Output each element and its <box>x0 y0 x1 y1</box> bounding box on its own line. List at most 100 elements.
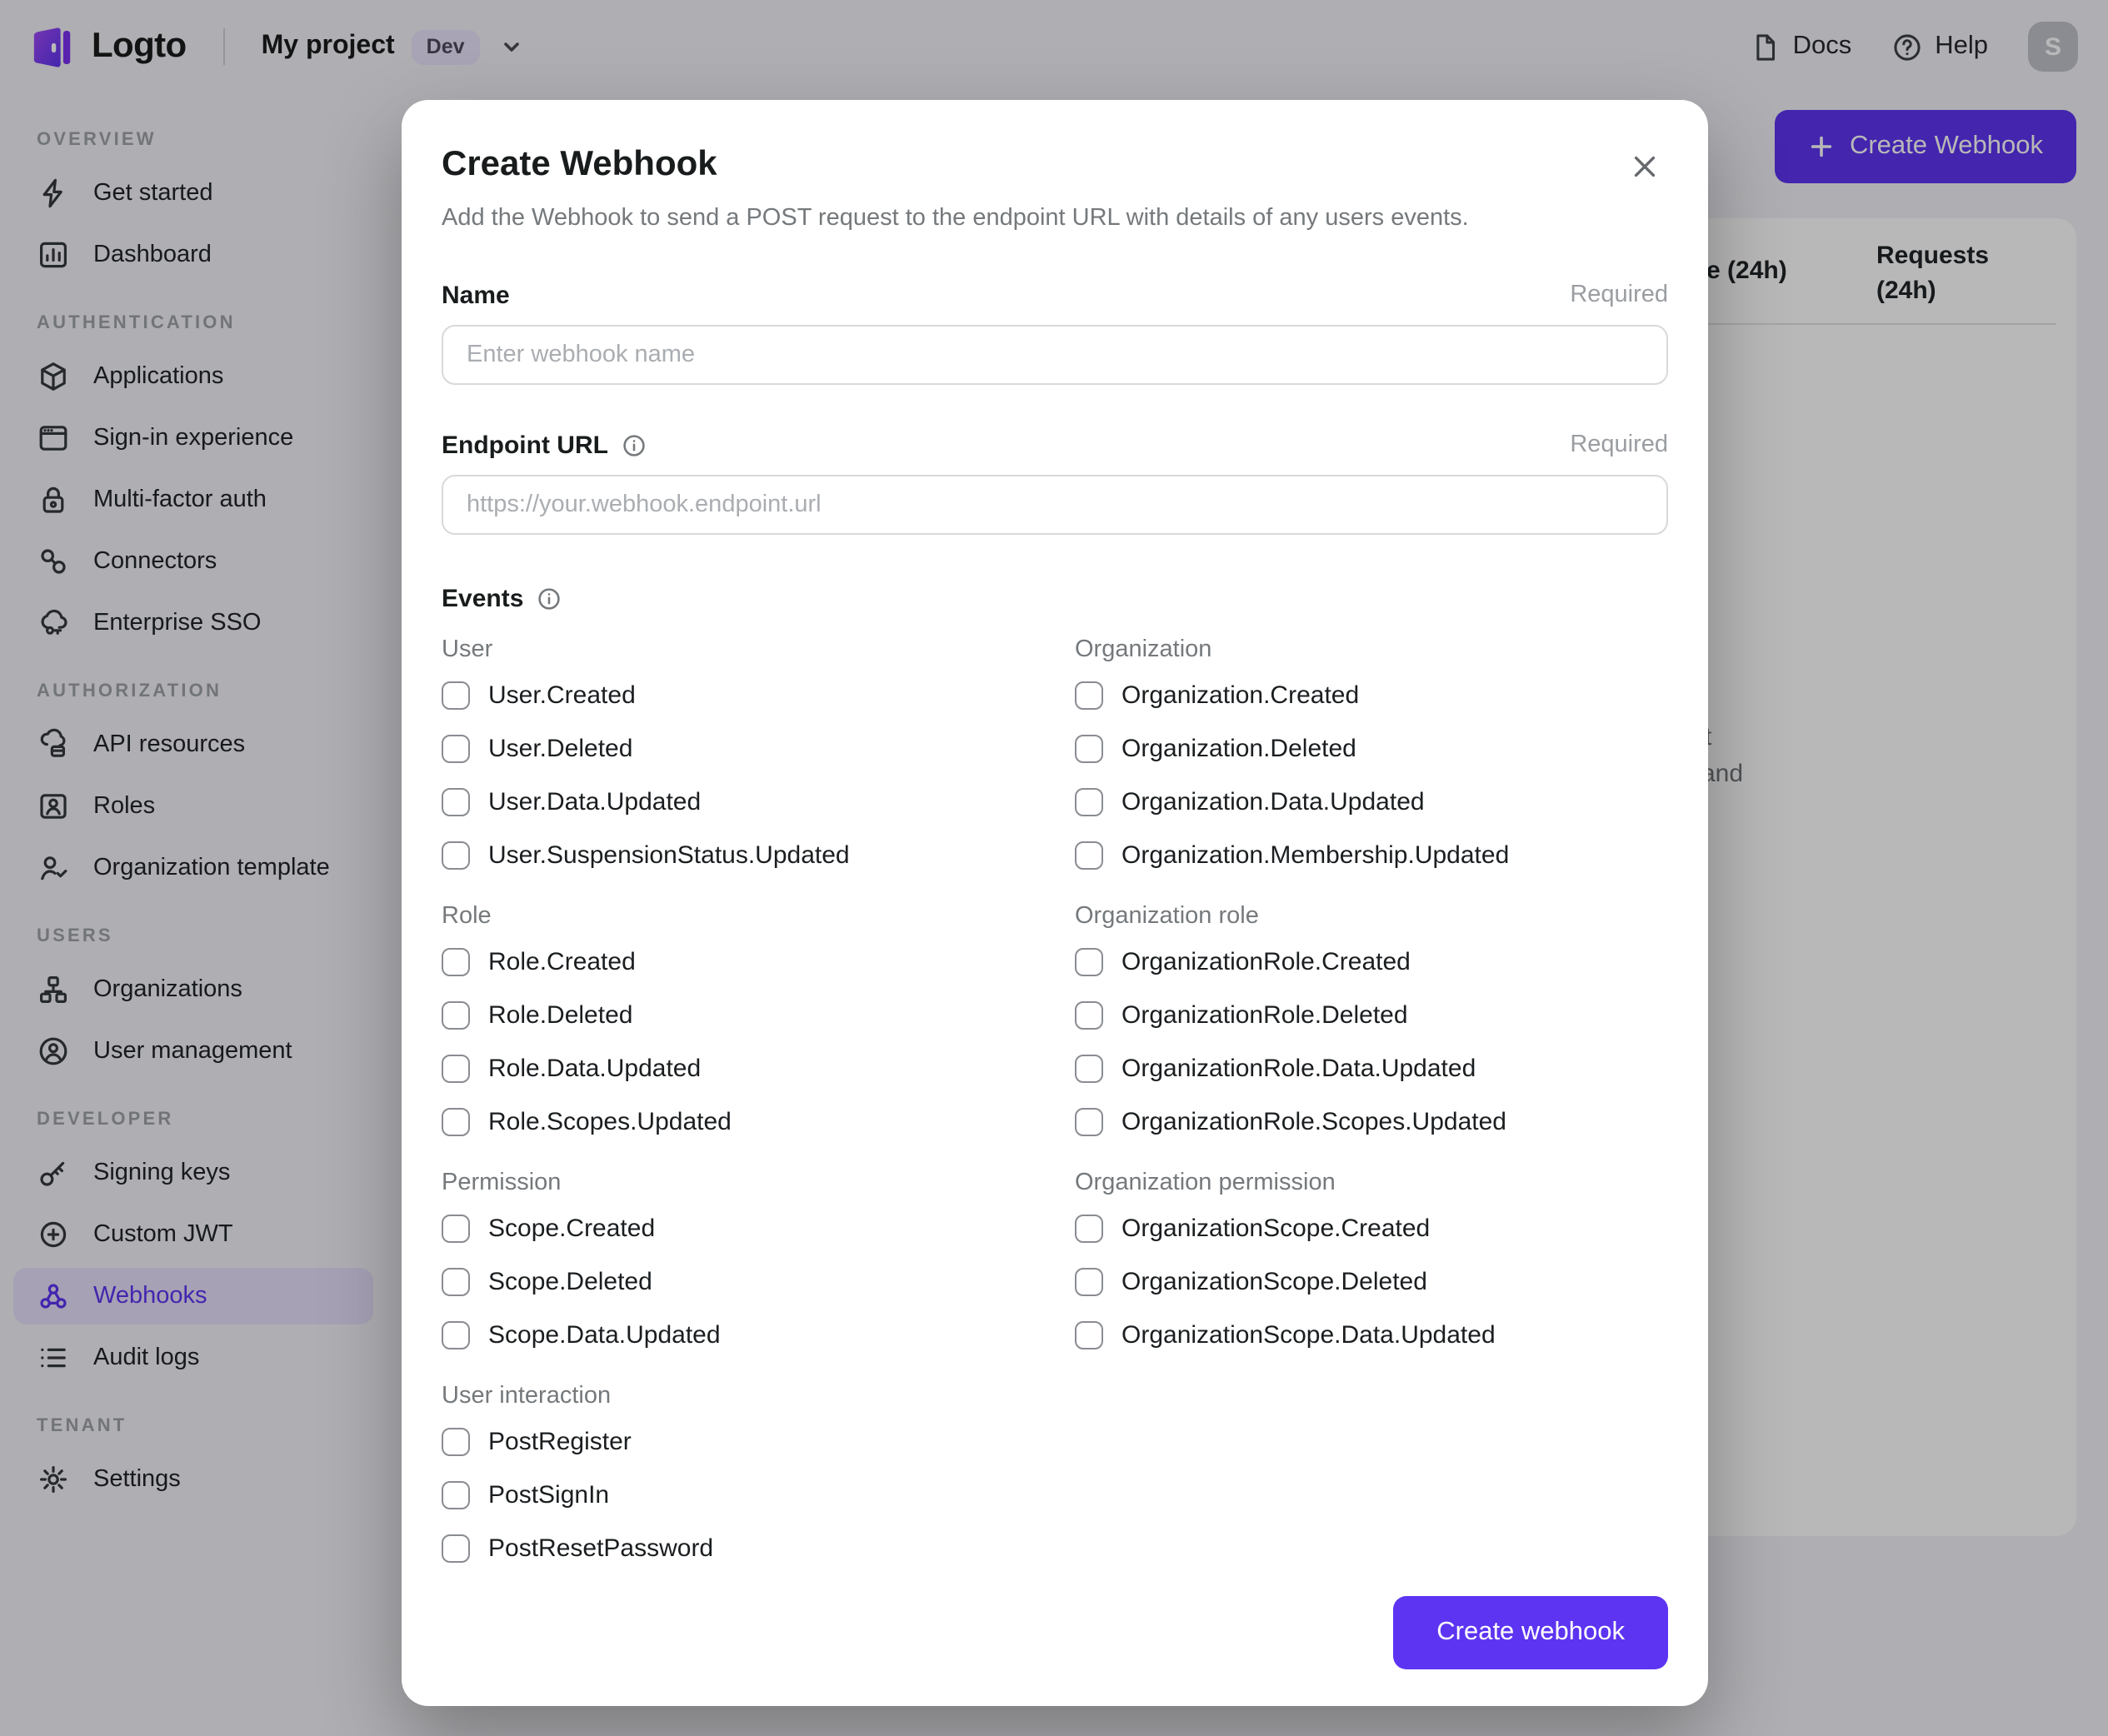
event-group-permission: Permission Scope.Created Scope.Deleted S… <box>442 1165 1035 1361</box>
event-option[interactable]: OrganizationScope.Created <box>1075 1201 1668 1255</box>
event-option[interactable]: Organization.Deleted <box>1075 721 1668 775</box>
event-group-label: Role <box>442 903 492 930</box>
name-field-label: Name <box>442 281 510 309</box>
event-group-user: User User.Created User.Deleted User.Data… <box>442 631 1035 881</box>
checkbox[interactable] <box>1075 1000 1103 1029</box>
required-badge: Required <box>1570 432 1668 458</box>
required-badge: Required <box>1570 282 1668 308</box>
event-option[interactable]: Role.Data.Updated <box>442 1041 1035 1095</box>
checkbox[interactable] <box>1075 1320 1103 1349</box>
app-viewport: Logto My project Dev Docs Help S OVERVIE… <box>0 0 2108 1736</box>
event-option[interactable]: Scope.Created <box>442 1201 1035 1255</box>
event-option[interactable]: User.Created <box>442 668 1035 721</box>
checkbox[interactable] <box>442 734 470 762</box>
checkbox[interactable] <box>442 1534 470 1562</box>
event-option[interactable]: Organization.Data.Updated <box>1075 775 1668 828</box>
event-option[interactable]: Role.Created <box>442 935 1035 988</box>
event-group-label: Organization permission <box>1075 1170 1336 1196</box>
event-option-label: PostResetPassword <box>488 1534 714 1562</box>
checkbox[interactable] <box>1075 1267 1103 1295</box>
event-group-user-interaction: User interaction PostRegister PostSignIn… <box>442 1378 1035 1574</box>
event-option-label: OrganizationRole.Deleted <box>1121 1000 1408 1029</box>
checkbox[interactable] <box>1075 1107 1103 1135</box>
event-option-label: OrganizationScope.Created <box>1121 1214 1431 1242</box>
create-webhook-submit-label: Create webhook <box>1436 1618 1625 1646</box>
checkbox[interactable] <box>1075 681 1103 709</box>
event-option-label: Organization.Membership.Updated <box>1121 841 1510 869</box>
event-option-label: Role.Data.Updated <box>488 1054 702 1082</box>
endpoint-field-block: Endpoint URL Required <box>442 428 1668 535</box>
event-option-label: Role.Deleted <box>488 1000 633 1029</box>
event-option[interactable]: Role.Scopes.Updated <box>442 1095 1035 1148</box>
event-option[interactable]: OrganizationScope.Data.Updated <box>1075 1308 1668 1361</box>
checkbox[interactable] <box>442 1214 470 1242</box>
close-icon[interactable] <box>1628 150 1661 183</box>
event-option-label: OrganizationScope.Data.Updated <box>1121 1320 1496 1349</box>
event-option[interactable]: Organization.Created <box>1075 668 1668 721</box>
event-option[interactable]: User.Data.Updated <box>442 775 1035 828</box>
checkbox[interactable] <box>442 681 470 709</box>
event-group-label: Permission <box>442 1170 562 1196</box>
checkbox[interactable] <box>442 947 470 975</box>
event-option-label: Organization.Created <box>1121 681 1360 709</box>
checkbox[interactable] <box>442 1480 470 1509</box>
event-option[interactable]: PostSignIn <box>442 1468 1035 1521</box>
event-option-label: Organization.Deleted <box>1121 734 1356 762</box>
event-option[interactable]: PostRegister <box>442 1414 1035 1468</box>
endpoint-url-label: Endpoint URL <box>442 431 608 459</box>
event-option[interactable]: Role.Deleted <box>442 988 1035 1041</box>
checkbox[interactable] <box>1075 1054 1103 1082</box>
event-option-label: PostSignIn <box>488 1480 610 1509</box>
modal-title: Create Webhook <box>442 145 717 183</box>
webhook-name-input[interactable] <box>442 325 1668 385</box>
event-option[interactable]: PostResetPassword <box>442 1521 1035 1574</box>
checkbox[interactable] <box>1075 947 1103 975</box>
checkbox[interactable] <box>442 841 470 869</box>
checkbox[interactable] <box>442 1320 470 1349</box>
event-option-label: Scope.Created <box>488 1214 656 1242</box>
create-webhook-modal: Create Webhook Add the Webhook to send a… <box>402 100 1708 1706</box>
event-option[interactable]: OrganizationRole.Scopes.Updated <box>1075 1095 1668 1148</box>
event-option[interactable]: OrganizationScope.Deleted <box>1075 1255 1668 1308</box>
event-option[interactable]: OrganizationRole.Deleted <box>1075 988 1668 1041</box>
event-option[interactable]: User.Deleted <box>442 721 1035 775</box>
checkbox[interactable] <box>442 1107 470 1135</box>
event-group-label: User <box>442 636 493 663</box>
event-option-label: OrganizationRole.Data.Updated <box>1121 1054 1476 1082</box>
event-option-label: OrganizationRole.Created <box>1121 947 1411 975</box>
event-option-label: Role.Scopes.Updated <box>488 1107 732 1135</box>
event-option-label: Organization.Data.Updated <box>1121 787 1425 816</box>
event-option-label: User.Data.Updated <box>488 787 702 816</box>
event-group-organization-role: Organization role OrganizationRole.Creat… <box>1075 898 1668 1148</box>
event-option[interactable]: Organization.Membership.Updated <box>1075 828 1668 881</box>
event-group-organization: Organization Organization.Created Organi… <box>1075 631 1668 881</box>
checkbox[interactable] <box>442 1267 470 1295</box>
checkbox[interactable] <box>442 787 470 816</box>
checkbox[interactable] <box>1075 734 1103 762</box>
endpoint-url-input[interactable] <box>442 475 1668 535</box>
checkbox[interactable] <box>1075 787 1103 816</box>
event-option[interactable]: OrganizationRole.Created <box>1075 935 1668 988</box>
event-option[interactable]: User.SuspensionStatus.Updated <box>442 828 1035 881</box>
create-webhook-submit-button[interactable]: Create webhook <box>1393 1596 1668 1669</box>
event-option-label: OrganizationRole.Scopes.Updated <box>1121 1107 1506 1135</box>
checkbox[interactable] <box>442 1427 470 1455</box>
checkbox[interactable] <box>442 1054 470 1082</box>
event-group-organization-permission: Organization permission OrganizationScop… <box>1075 1165 1668 1361</box>
event-option-label: Scope.Data.Updated <box>488 1320 721 1349</box>
info-icon[interactable] <box>537 586 562 611</box>
event-option[interactable]: Scope.Data.Updated <box>442 1308 1035 1361</box>
checkbox[interactable] <box>442 1000 470 1029</box>
info-icon[interactable] <box>622 432 647 457</box>
event-option[interactable]: Scope.Deleted <box>442 1255 1035 1308</box>
checkbox[interactable] <box>1075 1214 1103 1242</box>
checkbox[interactable] <box>1075 841 1103 869</box>
event-option[interactable]: OrganizationRole.Data.Updated <box>1075 1041 1668 1095</box>
event-group-label: Organization role <box>1075 903 1259 930</box>
events-label: Events <box>442 584 524 612</box>
event-group-role: Role Role.Created Role.Deleted Role.Data… <box>442 898 1035 1148</box>
name-field-block: Name Required <box>442 278 1668 385</box>
event-option-label: User.Deleted <box>488 734 633 762</box>
event-groups: User User.Created User.Deleted User.Data… <box>442 615 1668 1574</box>
event-groups-left-column: User User.Created User.Deleted User.Data… <box>442 615 1035 1574</box>
